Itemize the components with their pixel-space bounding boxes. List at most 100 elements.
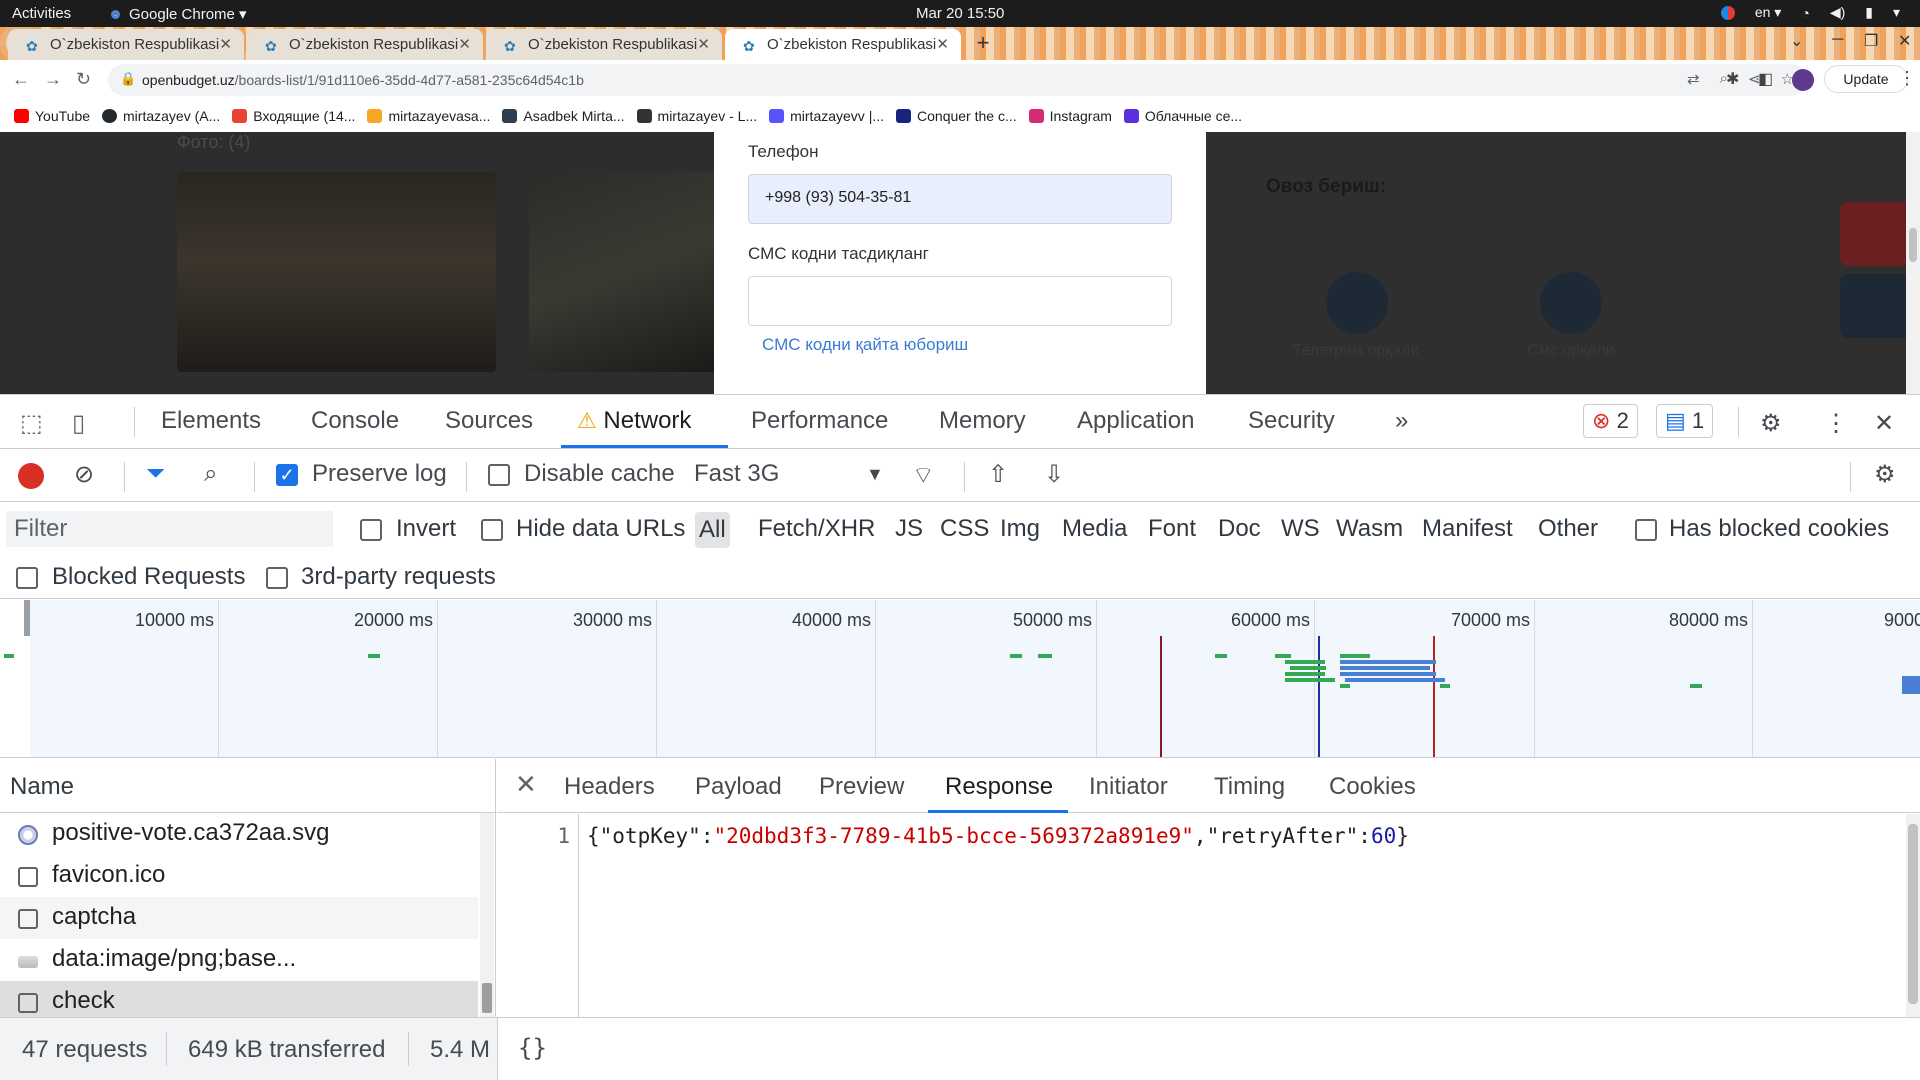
filter-type-all[interactable]: All xyxy=(695,512,730,548)
has-blocked-cookies-checkbox[interactable] xyxy=(1635,519,1657,541)
page-scrollbar[interactable] xyxy=(1906,132,1920,394)
bookmark-item[interactable]: mirtazayev - L... xyxy=(636,108,757,124)
battery-icon[interactable]: ▮ xyxy=(1865,4,1873,21)
tab-application[interactable]: Application xyxy=(1077,407,1194,435)
filter-type-ws[interactable]: WS xyxy=(1281,515,1320,543)
reload-icon[interactable]: ↻ xyxy=(76,69,91,90)
chrome-menu-icon[interactable]: ⋮ xyxy=(1898,68,1916,89)
filter-type-font[interactable]: Font xyxy=(1148,515,1196,543)
browser-tab-active[interactable]: ✿ O`zbekiston Respublikasi ✕ xyxy=(725,29,961,60)
page-scrollbar-thumb[interactable] xyxy=(1909,228,1917,262)
project-photo[interactable] xyxy=(529,172,714,372)
telegram-icon[interactable] xyxy=(1326,272,1388,334)
url-text[interactable]: openbudget.uz/boards-list/1/91d110e6-35d… xyxy=(142,72,584,88)
filter-type-css[interactable]: CSS xyxy=(940,515,989,543)
side-panel-icon[interactable]: ◧ xyxy=(1758,69,1773,89)
filter-type-img[interactable]: Img xyxy=(1000,515,1040,543)
tab-sources[interactable]: Sources xyxy=(445,407,533,435)
filter-type-fetch-xhr[interactable]: Fetch/XHR xyxy=(758,515,875,543)
filter-type-manifest[interactable]: Manifest xyxy=(1422,515,1513,543)
preserve-log-checkbox[interactable]: ✓ xyxy=(276,464,298,486)
minimize-icon[interactable]: ─ xyxy=(1832,31,1843,49)
extensions-icon[interactable]: ✱ xyxy=(1726,69,1739,89)
filter-type-media[interactable]: Media xyxy=(1062,515,1127,543)
handle-grip[interactable] xyxy=(24,600,30,636)
close-detail-icon[interactable]: ✕ xyxy=(515,769,537,800)
vote-telegram-option[interactable]: Телеграм орқали xyxy=(1286,342,1426,360)
maximize-icon[interactable]: ❐ xyxy=(1864,31,1878,51)
close-devtools-icon[interactable]: ✕ xyxy=(1874,409,1894,438)
volume-icon[interactable]: ◀) xyxy=(1830,4,1845,21)
response-scrollbar[interactable] xyxy=(1906,814,1920,1017)
tab-close-icon[interactable]: ✕ xyxy=(936,35,949,53)
bookmark-item[interactable]: YouTube xyxy=(14,108,90,124)
tab-memory[interactable]: Memory xyxy=(939,407,1026,435)
browser-tab[interactable]: ✿ O`zbekiston Respublikasi ✕ xyxy=(486,29,722,60)
blocked-requests-checkbox[interactable] xyxy=(16,567,38,589)
search-icon[interactable]: ⌕ xyxy=(204,460,217,488)
invert-checkbox[interactable] xyxy=(360,519,382,541)
bookmark-item[interactable]: Входящие (14... xyxy=(232,108,355,124)
translate-icon[interactable]: ⇄ xyxy=(1687,70,1700,88)
bookmark-item[interactable]: Облачные се... xyxy=(1123,108,1242,124)
power-menu-icon[interactable]: ▾ xyxy=(1893,4,1900,21)
vote-sms-option[interactable]: Смс орқали xyxy=(1501,342,1641,360)
tab-initiator[interactable]: Initiator xyxy=(1089,773,1168,801)
wifi-icon[interactable]: ◔ xyxy=(1801,5,1809,21)
request-list-scrollbar[interactable] xyxy=(480,813,494,1017)
filter-input[interactable] xyxy=(6,511,333,547)
browser-tab[interactable]: ✿ O`zbekiston Respublikasi ✕ xyxy=(8,29,244,60)
request-list-scrollbar-thumb[interactable] xyxy=(482,983,492,1013)
hide-data-urls-checkbox[interactable] xyxy=(481,519,503,541)
back-icon[interactable]: ← xyxy=(12,69,30,90)
phone-input[interactable]: +998 (93) 504-35-81 xyxy=(748,174,1172,224)
bookmark-item[interactable]: Conquer the c... xyxy=(896,108,1017,124)
color-picker-icon[interactable] xyxy=(1720,5,1735,20)
browser-tab[interactable]: ✿ O`zbekiston Respublikasi ✕ xyxy=(247,29,483,60)
sms-hand-icon[interactable] xyxy=(1540,272,1602,334)
filter-type-other[interactable]: Other xyxy=(1538,515,1598,543)
update-button[interactable]: Update xyxy=(1824,65,1908,93)
third-party-checkbox[interactable] xyxy=(266,567,288,589)
tab-headers[interactable]: Headers xyxy=(564,773,655,801)
settings-gear-icon[interactable]: ⚙ xyxy=(1760,409,1782,438)
chevron-down-icon[interactable]: ▼ xyxy=(866,464,884,485)
language-indicator[interactable]: en ▾ xyxy=(1755,4,1782,21)
messages-badge[interactable]: ▤ 1 xyxy=(1656,404,1714,438)
tab-network[interactable]: ⚠ Network xyxy=(577,407,691,435)
address-bar[interactable]: 🔒 openbudget.uz/boards-list/1/91d110e6-3… xyxy=(108,64,1808,96)
forward-icon[interactable]: → xyxy=(44,69,62,90)
app-menu[interactable]: Google Chrome ▾ xyxy=(108,5,247,23)
throttling-select[interactable]: Fast 3G xyxy=(694,460,779,488)
clock[interactable]: Mar 20 15:50 xyxy=(916,5,1004,22)
filter-type-doc[interactable]: Doc xyxy=(1218,515,1261,543)
export-har-icon[interactable]: ⇩ xyxy=(1044,460,1064,489)
filter-type-js[interactable]: JS xyxy=(895,515,923,543)
response-scrollbar-thumb[interactable] xyxy=(1908,824,1918,1004)
network-settings-icon[interactable]: ⚙ xyxy=(1874,460,1896,489)
customize-menu-icon[interactable]: ⋮ xyxy=(1824,409,1848,438)
bookmark-item[interactable]: Asadbek Mirta... xyxy=(502,108,625,124)
close-window-icon[interactable]: ✕ xyxy=(1898,31,1911,51)
tab-close-icon[interactable]: ✕ xyxy=(458,35,471,53)
inspect-element-icon[interactable]: ⬚ xyxy=(20,409,43,438)
clear-icon[interactable]: ⊘ xyxy=(74,460,94,489)
table-row[interactable]: captcha xyxy=(0,897,478,939)
tab-timing[interactable]: Timing xyxy=(1214,773,1285,801)
more-tabs-icon[interactable]: » xyxy=(1395,407,1408,435)
network-overview-timeline[interactable]: 10000 ms 20000 ms 30000 ms 40000 ms 5000… xyxy=(0,600,1920,758)
filter-funnel-icon[interactable]: ⏷ xyxy=(146,460,165,488)
tab-security[interactable]: Security xyxy=(1248,407,1335,435)
table-row-selected[interactable]: check xyxy=(0,981,478,1017)
system-tray[interactable]: en ▾ ◔ ◀) ▮ ▾ xyxy=(1720,4,1900,21)
bookmark-item[interactable]: mirtazayevasa... xyxy=(367,108,490,124)
errors-badge[interactable]: ⊗ 2 xyxy=(1583,404,1638,438)
tab-preview[interactable]: Preview xyxy=(819,773,904,801)
device-toolbar-icon[interactable]: ▯ xyxy=(72,409,85,438)
new-tab-button[interactable]: + xyxy=(970,31,996,57)
tab-search-icon[interactable]: ⌄ xyxy=(1790,31,1803,51)
tab-performance[interactable]: Performance xyxy=(751,407,888,435)
sms-code-input[interactable] xyxy=(748,276,1172,326)
tab-close-icon[interactable]: ✕ xyxy=(219,35,232,53)
table-row[interactable]: favicon.ico xyxy=(0,855,478,897)
